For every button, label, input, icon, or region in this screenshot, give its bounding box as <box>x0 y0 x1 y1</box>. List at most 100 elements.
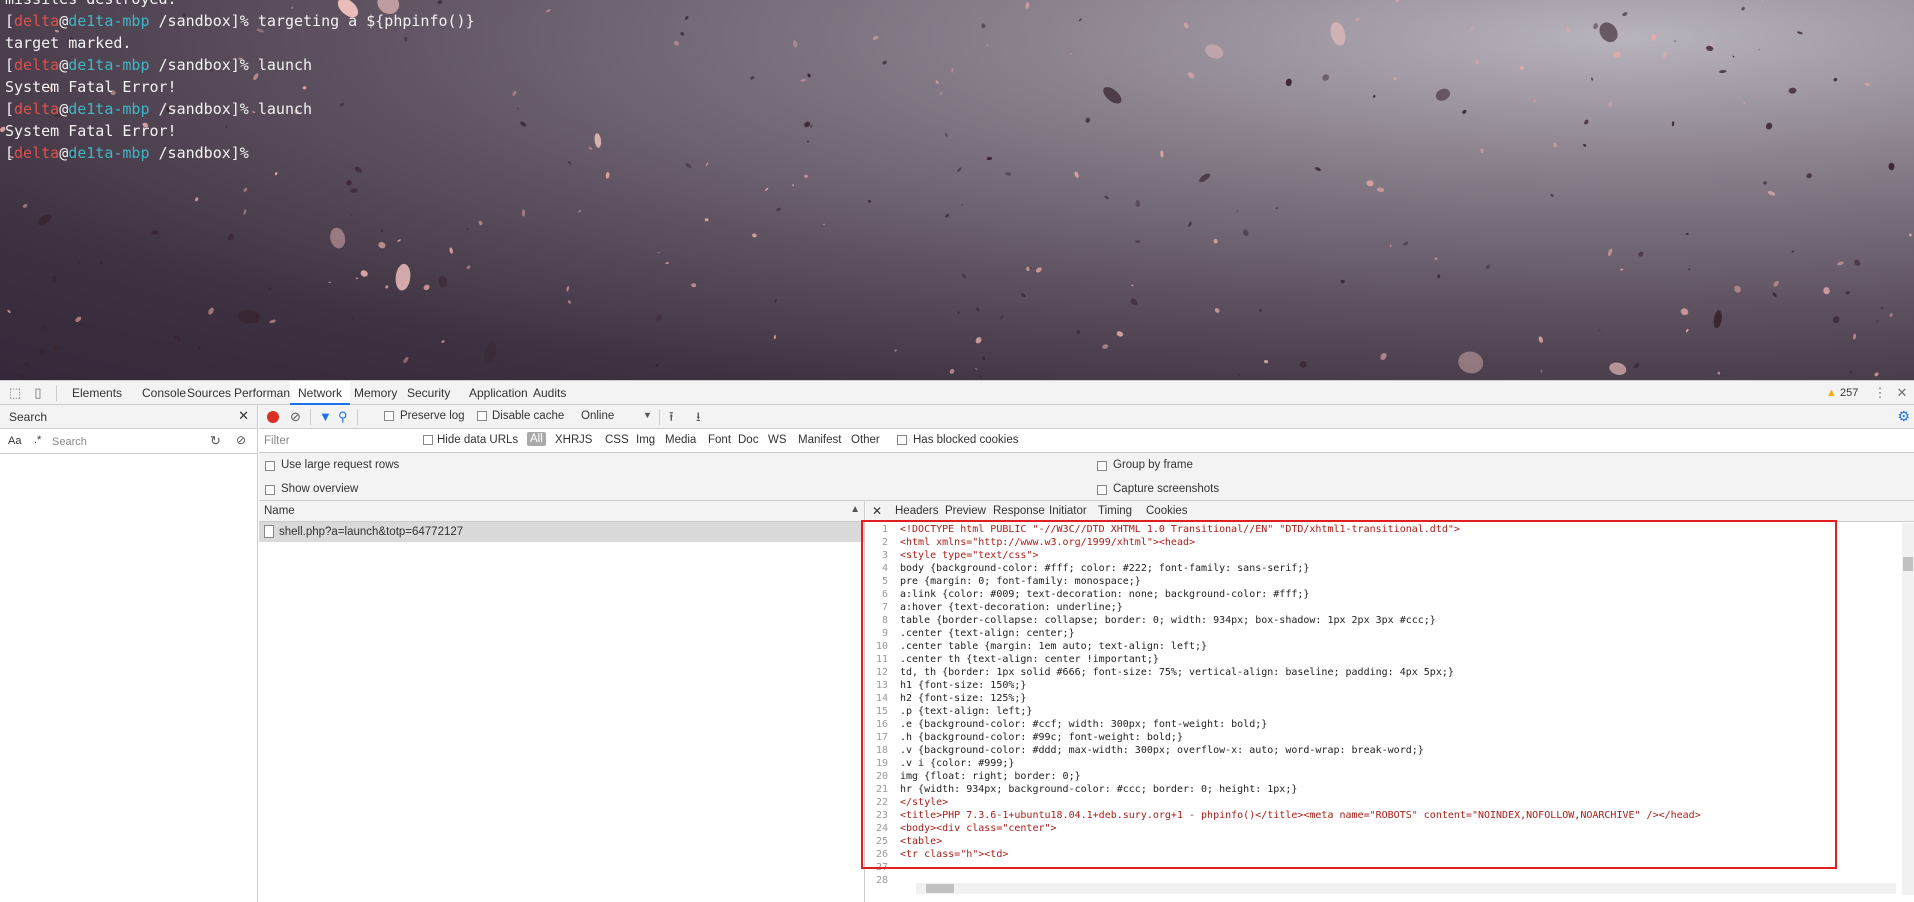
filter-type-font[interactable]: Font <box>708 434 731 446</box>
line-number: 3 <box>881 550 888 561</box>
detail-tab-cookies[interactable]: Cookies <box>1146 505 1188 517</box>
petal <box>773 334 777 340</box>
capture-screenshots-checkbox[interactable] <box>1097 485 1107 495</box>
clear-log-icon[interactable]: ⊘ <box>290 409 301 425</box>
filter-input[interactable] <box>264 433 404 449</box>
petal <box>1104 195 1109 200</box>
import-har-icon[interactable]: ⭱ <box>669 409 674 425</box>
regex-button[interactable]: .* <box>34 434 41 446</box>
petal <box>680 32 685 36</box>
horizontal-scrollbar[interactable] <box>916 883 1896 894</box>
prompt-command: launch <box>257 56 313 74</box>
line-number: 26 <box>875 849 888 860</box>
tab-memory[interactable]: Memory <box>346 381 405 405</box>
dropdown-arrow-icon[interactable]: ▼ <box>643 410 652 420</box>
preserve-log-checkbox[interactable] <box>384 411 394 421</box>
close-detail-icon[interactable]: ✕ <box>872 504 882 518</box>
line-number: 10 <box>875 641 888 652</box>
petal <box>18 374 26 380</box>
tab-network[interactable]: Network <box>290 381 351 405</box>
prompt-bracket: [ <box>5 100 15 118</box>
tab-audits[interactable]: Audits <box>525 381 574 405</box>
request-row[interactable]: shell.php?a=launch&totp=64772127 <box>259 522 864 542</box>
response-code[interactable]: 1 <!DOCTYPE html PUBLIC "-//W3C//DTD XHTM… <box>866 523 1914 895</box>
petal <box>1662 51 1667 59</box>
tab-security[interactable]: Security <box>399 381 458 405</box>
search-input[interactable] <box>52 433 202 450</box>
show-overview-checkbox[interactable] <box>265 485 275 495</box>
petal <box>975 368 978 370</box>
warning-counter[interactable]: ▲ 257 <box>1826 381 1858 405</box>
filter-type-img[interactable]: Img <box>636 434 655 446</box>
petal <box>1806 173 1812 179</box>
filter-type-manifest[interactable]: Manifest <box>798 434 841 446</box>
filter-type-all[interactable]: All <box>527 432 546 446</box>
code-line: 25 <table> <box>866 835 1914 848</box>
petal <box>1833 77 1838 82</box>
filter-type-ws[interactable]: WS <box>768 434 787 446</box>
record-icon[interactable] <box>267 411 279 423</box>
show-overview-label: Show overview <box>281 483 359 495</box>
petal <box>274 172 278 176</box>
inspect-element-icon[interactable]: ⬚ <box>7 385 23 401</box>
throttle-select[interactable]: Online <box>581 410 614 422</box>
search-icon[interactable]: ⚲ <box>338 409 348 425</box>
vertical-scroll-thumb[interactable] <box>1903 557 1913 571</box>
filter-icon[interactable]: ▼ <box>319 409 332 425</box>
filter-type-css[interactable]: CSS <box>605 434 629 446</box>
match-case-button[interactable]: Aa <box>8 435 21 447</box>
network-options: Use large request rows Show overview Gro… <box>259 453 1914 501</box>
petal <box>1264 359 1269 364</box>
petal <box>568 161 572 165</box>
code-line: 19 .v i {color: #999;} <box>866 757 1914 770</box>
hide-data-urls-checkbox[interactable] <box>423 435 433 445</box>
large-rows-checkbox[interactable] <box>265 461 275 471</box>
detail-tab-initiator[interactable]: Initiator <box>1049 505 1087 517</box>
petal <box>1183 22 1189 29</box>
line-number: 21 <box>875 784 888 795</box>
group-by-frame-checkbox[interactable] <box>1097 461 1107 471</box>
export-har-icon[interactable]: ⭳ <box>696 409 701 425</box>
code-line: 7 a:hover {text-decoration: underline;} <box>866 601 1914 614</box>
settings-gear-icon[interactable]: ⚙ <box>1897 408 1910 425</box>
petal <box>665 262 669 264</box>
petal <box>1435 88 1451 101</box>
refresh-icon[interactable]: ↻ <box>210 433 221 449</box>
request-name[interactable]: shell.php?a=launch&totp=64772127 <box>279 526 463 538</box>
close-search-icon[interactable]: ✕ <box>238 408 249 424</box>
petal <box>704 218 709 222</box>
horizontal-scroll-thumb[interactable] <box>926 884 954 893</box>
disable-cache-checkbox[interactable] <box>477 411 487 421</box>
tab-elements[interactable]: Elements <box>64 381 130 405</box>
detail-tab-timing[interactable]: Timing <box>1098 505 1132 517</box>
device-toolbar-icon[interactable]: ▯ <box>30 385 46 401</box>
vertical-scrollbar[interactable] <box>1902 523 1914 895</box>
detail-tab-response[interactable]: Response <box>993 505 1045 517</box>
request-list-header[interactable]: Name ▲ <box>259 501 864 522</box>
petal <box>1372 94 1376 98</box>
prompt-symbol: ]% <box>230 100 258 118</box>
terminal-window[interactable]: missiles destroyed.[delta@de1ta-mbp /san… <box>0 0 1914 380</box>
detail-tab-preview[interactable]: Preview <box>945 505 986 517</box>
close-icon[interactable]: ✕ <box>1894 385 1910 401</box>
prompt-user: delta <box>14 12 60 30</box>
clear-icon[interactable]: ⊘ <box>236 433 246 447</box>
sort-up-icon[interactable]: ▲ <box>850 504 860 515</box>
filter-type-js[interactable]: JS <box>579 434 592 446</box>
blocked-cookies-checkbox[interactable] <box>897 435 907 445</box>
filter-type-xhr[interactable]: XHR <box>555 434 579 446</box>
filter-type-media[interactable]: Media <box>665 434 696 446</box>
petal <box>1474 59 1479 65</box>
petal <box>500 356 503 359</box>
code-text: body {background-color: #fff; color: #22… <box>900 563 1310 574</box>
filter-type-doc[interactable]: Doc <box>738 434 758 446</box>
line-number: 19 <box>875 758 888 769</box>
warning-count: 257 <box>1839 387 1859 399</box>
petal <box>1876 320 1879 323</box>
filter-type-other[interactable]: Other <box>851 434 880 446</box>
detail-tab-headers[interactable]: Headers <box>895 505 938 517</box>
filter-bar: Hide data URLs All XHRJS CSS Img Media Font Do… <box>259 429 1914 453</box>
name-column-header[interactable]: Name <box>264 505 295 517</box>
more-vert-icon[interactable]: ⋮ <box>1872 385 1888 401</box>
petal <box>1403 241 1409 246</box>
